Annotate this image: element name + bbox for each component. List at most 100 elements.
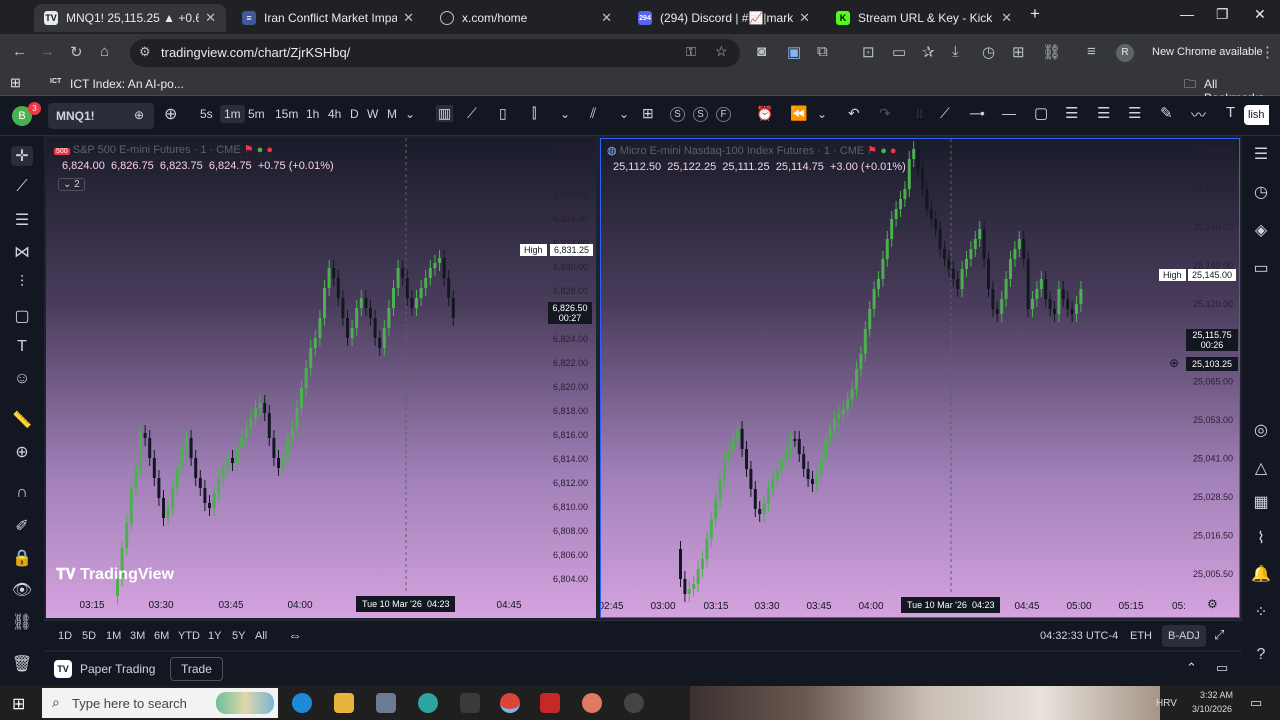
lock-icon[interactable]: 🔒 — [11, 548, 33, 568]
streaming-app-icon[interactable] — [418, 693, 438, 713]
range-all[interactable]: All — [255, 630, 267, 642]
alert-icon[interactable]: ⏰ — [756, 105, 773, 122]
layers-icon[interactable]: ◈ — [1250, 220, 1272, 240]
file-explorer-icon[interactable] — [334, 693, 354, 713]
forecast-tool-icon[interactable]: ⫶ — [11, 274, 33, 292]
bookmark-ict-index[interactable]: ICT Index: An AI-po... — [70, 77, 184, 91]
forward-icon[interactable]: → — [40, 43, 55, 60]
stay-drawing-icon[interactable]: ✐ — [11, 516, 33, 536]
pencil-icon[interactable]: ✎ — [1160, 104, 1173, 122]
fib-channel-icon[interactable]: ☰ — [1128, 104, 1141, 122]
range-5y[interactable]: 5Y — [232, 630, 245, 642]
language-indicator[interactable]: HRV — [1156, 698, 1177, 709]
history-icon[interactable]: ◷ — [982, 43, 995, 61]
interval-5m[interactable]: 5m — [248, 107, 265, 121]
close-tab-icon[interactable]: ✕ — [1001, 10, 1012, 26]
trendline-tool-icon[interactable]: ⟋ — [11, 178, 33, 196]
apps-icon[interactable]: ⁘ — [1250, 602, 1272, 622]
chart-pane-mnq[interactable]: 25,200.00 25,180.00 25,160.00 25,140.00 25,1… — [600, 138, 1240, 618]
eye-icon[interactable]: 👁 — [11, 580, 33, 600]
notifications-icon[interactable]: 🔔 — [1250, 564, 1272, 584]
script-s-icon[interactable]: S — [670, 107, 685, 122]
script-f-icon[interactable]: F — [716, 107, 731, 122]
media-icon[interactable]: ≡ — [1087, 43, 1096, 60]
menu-icon[interactable]: ⋮ — [1260, 43, 1275, 61]
close-window-icon[interactable]: ✕ — [1254, 6, 1266, 23]
link-tool-icon[interactable]: ⛓ — [11, 612, 33, 632]
indicators-icon[interactable]: ⫽ — [590, 105, 596, 122]
indicators-collapse[interactable]: ⌄ 2 — [58, 178, 85, 191]
range-1d[interactable]: 1D — [58, 630, 72, 642]
interval-15m[interactable]: 15m — [275, 107, 298, 121]
camera-icon[interactable]: ◙ — [757, 43, 766, 60]
ruler-icon[interactable]: 📏 — [11, 410, 33, 430]
redo-icon[interactable]: ↷ — [879, 105, 891, 122]
candles-icon[interactable]: ▥ — [436, 105, 454, 122]
calendar-icon[interactable]: ▦ — [1250, 492, 1272, 512]
horizontal-line-icon[interactable]: — — [1002, 105, 1016, 121]
apps-grid-icon[interactable]: ⊞ — [10, 75, 21, 91]
bookmark-star-icon[interactable]: ☆ — [715, 43, 728, 60]
range-3m[interactable]: 3M — [130, 630, 145, 642]
interval-dropdown-icon[interactable]: ⌄ — [405, 107, 415, 121]
taskview-icon[interactable] — [460, 693, 480, 713]
taskbar-search[interactable]: ⌕ Type here to search — [42, 688, 278, 718]
screenshot-icon[interactable]: ⊡ — [862, 43, 875, 61]
replay-icon[interactable]: ⏪ — [790, 105, 807, 122]
symbol-dropdown-icon[interactable]: ⊕ — [134, 108, 144, 122]
line-chart-icon[interactable]: ⟋ — [467, 105, 477, 122]
range-ytd[interactable]: YTD — [178, 630, 200, 642]
tab-iran-conflict[interactable]: ≡ Iran Conflict Market Impact ✕ — [232, 4, 424, 32]
taskbar-date[interactable]: 3/10/2026 — [1192, 704, 1232, 714]
close-tab-icon[interactable]: ✕ — [601, 10, 612, 26]
interval-1h[interactable]: 1h — [306, 107, 319, 121]
taskbar-time[interactable]: 3:32 AM — [1200, 690, 1233, 700]
drag-handle-icon[interactable]: ⁞⁞ — [916, 107, 923, 121]
chart-type-dropdown-icon[interactable]: ⌄ — [560, 107, 570, 121]
script-s2-icon[interactable]: S — [693, 107, 708, 122]
extensions-icon[interactable]: ⧉ — [817, 43, 828, 60]
chrome-icon[interactable] — [500, 693, 520, 713]
rectangle-icon[interactable]: ▢ — [1034, 104, 1048, 122]
windows-start-icon[interactable]: ⊞ — [12, 694, 25, 714]
streams-icon[interactable]: ⌇ — [1250, 528, 1272, 548]
add-alert-plus-icon[interactable]: ⊕ — [1169, 356, 1179, 370]
trendline-icon[interactable]: ⟋ — [940, 105, 950, 122]
text-tool-icon[interactable]: T — [1226, 104, 1235, 121]
chat-icon[interactable]: ▭ — [1250, 258, 1272, 278]
link-icon[interactable]: ⛓ — [1042, 43, 1061, 61]
tab-tradingview[interactable]: TV MNQ1! 25,115.25 ▲ +0.63% da ✕ — [34, 4, 226, 32]
crosshair-icon[interactable]: ✛ — [11, 146, 33, 166]
site-info-icon[interactable]: ⚙ — [139, 44, 151, 60]
tab-x-home[interactable]: x.com/home ✕ — [430, 4, 622, 32]
update-chrome-button[interactable]: New Chrome available — [1152, 46, 1263, 58]
fib-ext-icon[interactable]: ☰ — [1097, 104, 1110, 122]
target-icon[interactable]: ◎ — [1250, 420, 1272, 440]
range-1m[interactable]: 1M — [106, 630, 121, 642]
back-icon[interactable]: ← — [12, 43, 27, 60]
profile-avatar[interactable]: R — [1116, 44, 1134, 62]
card-icon[interactable]: ▭ — [892, 43, 906, 61]
zoom-icon[interactable]: ⊕ — [11, 442, 33, 462]
pattern-tool-icon[interactable]: ⋈ — [11, 242, 33, 262]
hollow-candles-icon[interactable]: ⫿ — [532, 105, 536, 122]
utc-clock[interactable]: 04:32:33 UTC-4 — [1040, 630, 1118, 642]
notification-center-icon[interactable]: ▭ — [1250, 695, 1262, 711]
pdf-icon[interactable] — [540, 693, 560, 713]
settings-gear-icon[interactable]: ⚙ — [1207, 597, 1218, 611]
recorder-icon[interactable] — [624, 693, 644, 713]
close-tab-icon[interactable]: ✕ — [205, 10, 216, 26]
range-6m[interactable]: 6M — [154, 630, 169, 642]
favorites-icon[interactable]: ✰ — [922, 43, 935, 61]
symbol-search[interactable]: MNQ1! ⊕ — [48, 103, 154, 129]
new-tab-icon[interactable]: + — [1030, 4, 1040, 24]
close-tab-icon[interactable]: ✕ — [403, 10, 414, 26]
emoji-icon[interactable]: ☺ — [11, 370, 33, 388]
expand-panel-icon[interactable]: ⌃ — [1186, 660, 1197, 676]
tab-kick[interactable]: K Stream URL & Key - Kick Dashb ✕ — [826, 4, 1022, 32]
interval-5s[interactable]: 5s — [200, 107, 213, 121]
alerts-clock-icon[interactable]: ◷ — [1250, 182, 1272, 202]
trade-button[interactable]: Trade — [170, 657, 223, 681]
download-icon[interactable]: ⤓ — [952, 43, 959, 60]
claude-icon[interactable] — [582, 693, 602, 713]
